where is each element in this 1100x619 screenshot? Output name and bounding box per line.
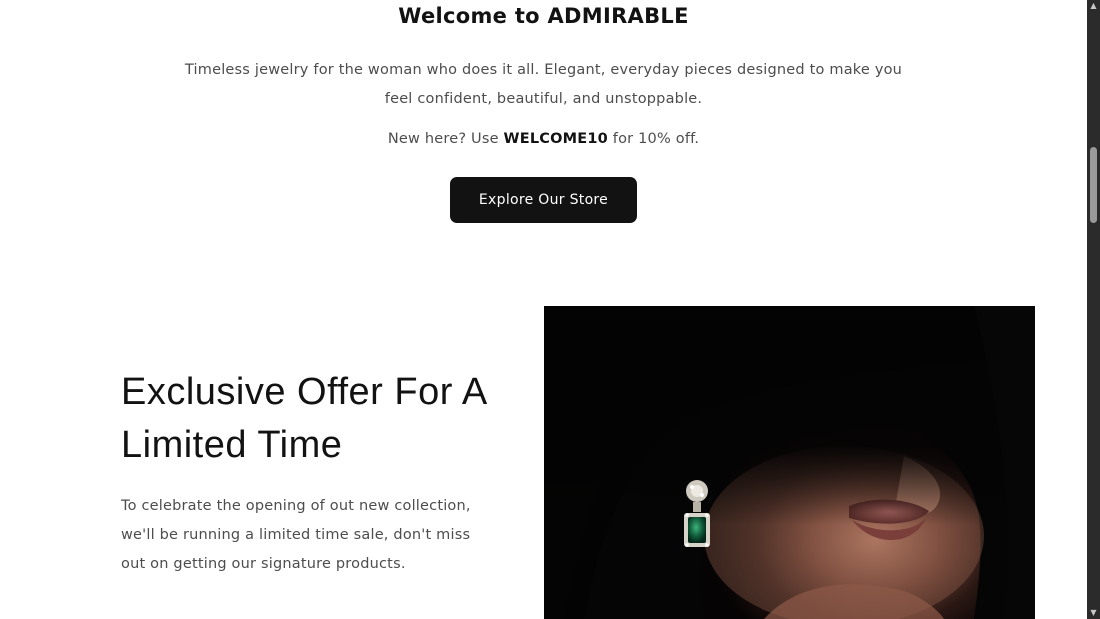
scroll-up-icon[interactable]: ▲ xyxy=(1087,0,1100,12)
offer-title: Exclusive Offer For A Limited Time xyxy=(121,371,486,466)
hero-image-woman-earring xyxy=(544,306,1035,619)
welcome-description: Timeless jewelry for the woman who does … xyxy=(184,62,903,107)
promo-code: WELCOME10 xyxy=(503,131,608,147)
promo-suffix: for 10% off. xyxy=(607,131,700,147)
welcome-title: Welcome to ADMIRABLE xyxy=(398,4,689,28)
portrait-illustration xyxy=(544,306,1035,619)
scrollbar-thumb[interactable] xyxy=(1090,147,1097,223)
offer-description: To celebrate the opening of out new coll… xyxy=(121,498,471,572)
promo-prefix: New here? Use xyxy=(387,131,504,147)
page: Welcome to ADMIRABLE Timeless jewelry fo… xyxy=(0,0,1087,619)
earring-icon xyxy=(684,480,710,547)
vertical-scrollbar[interactable]: ▲ ▼ xyxy=(1087,0,1100,619)
promo-text: New here? Use WELCOME10 for 10% off. xyxy=(0,131,1087,147)
explore-store-button[interactable]: Explore Our Store xyxy=(451,178,636,222)
scroll-down-icon[interactable]: ▼ xyxy=(1087,607,1100,619)
